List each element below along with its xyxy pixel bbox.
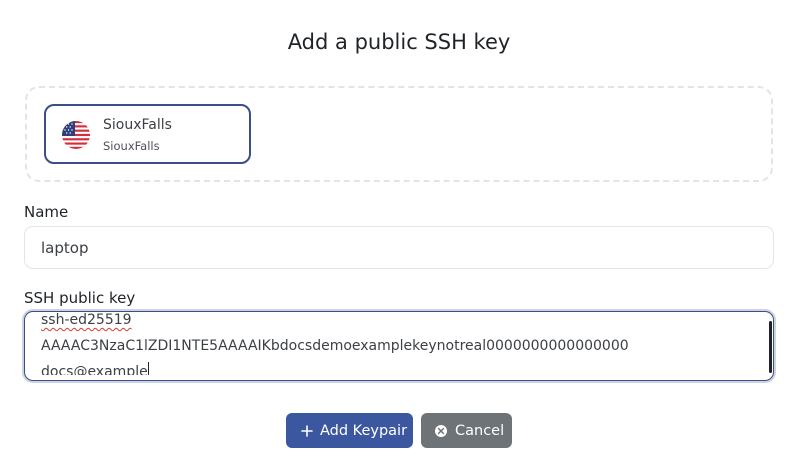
textarea-scrollbar[interactable] bbox=[769, 321, 772, 373]
text-caret bbox=[147, 362, 149, 375]
us-flag-icon bbox=[62, 121, 90, 149]
ssh-key-line-3: docs@example bbox=[41, 364, 148, 375]
cancel-button[interactable]: Cancel bbox=[421, 413, 512, 448]
region-subtitle: SiouxFalls bbox=[103, 139, 160, 153]
region-option-siouxfalls[interactable]: SiouxFalls SiouxFalls bbox=[44, 104, 251, 164]
ssh-key-text: ssh-ed25519 AAAAC3NzaC1lZDI1NTE5AAAAIKbd… bbox=[25, 312, 767, 375]
region-selector: SiouxFalls SiouxFalls bbox=[25, 86, 773, 182]
cancel-label: Cancel bbox=[455, 422, 505, 439]
ssh-key-line-1: ssh-ed25519 bbox=[41, 312, 132, 328]
add-ssh-key-dialog: Add a public SSH key SiouxFalls SiouxFal… bbox=[0, 0, 798, 472]
add-keypair-button[interactable]: Add Keypair bbox=[286, 413, 413, 448]
ssh-key-textarea[interactable]: ssh-ed25519 AAAAC3NzaC1lZDI1NTE5AAAAIKbd… bbox=[24, 311, 774, 381]
ssh-key-label: SSH public key bbox=[24, 289, 136, 307]
plus-icon bbox=[301, 424, 313, 437]
name-label: Name bbox=[24, 203, 69, 221]
ssh-key-line-2: AAAAC3NzaC1lZDI1NTE5AAAAIKbdocsdemoexamp… bbox=[41, 338, 629, 354]
close-circle-icon bbox=[435, 424, 447, 437]
dialog-title: Add a public SSH key bbox=[287, 30, 511, 54]
name-input[interactable] bbox=[24, 226, 774, 269]
region-name: SiouxFalls bbox=[103, 117, 172, 133]
add-keypair-label: Add Keypair bbox=[320, 422, 408, 439]
